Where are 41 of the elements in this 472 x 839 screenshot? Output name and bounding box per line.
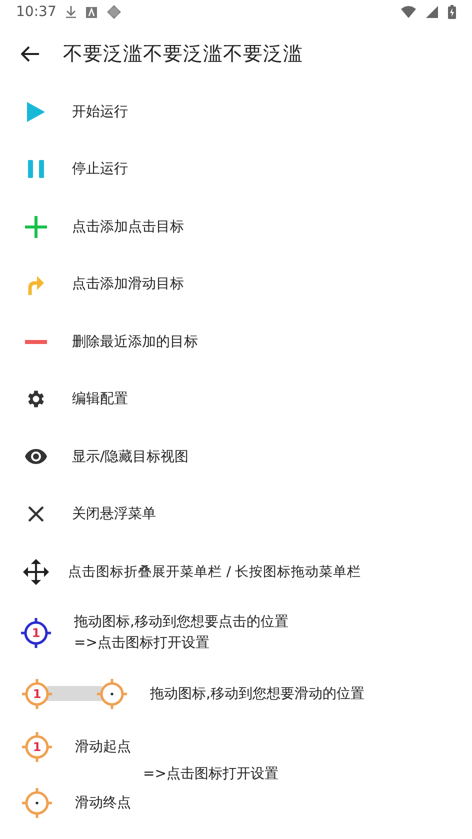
target-number: 1: [32, 626, 40, 638]
back-arrow-icon: [21, 46, 39, 62]
move-arrows-icon: [23, 558, 49, 585]
minus-icon: [25, 340, 47, 344]
menu-item-label[interactable]: 显示/隐藏目标视图: [72, 448, 189, 466]
target-icon: [20, 616, 52, 648]
app-notification-icon: [86, 6, 98, 18]
play-icon: [27, 102, 45, 122]
target-icon: [21, 678, 53, 710]
pause-icon: [28, 160, 44, 178]
target-icon: [21, 730, 53, 762]
battery-icon: [448, 5, 456, 19]
menu-item-label[interactable]: 关闭悬浮菜单: [72, 505, 156, 524]
click-instruction: 拖动图标,移动到您想要点击的位置: [74, 613, 288, 631]
screen-title: 不要泛滥不要泛滥不要泛滥: [63, 41, 303, 67]
click-instruction: =>点击图标打开设置: [74, 634, 210, 652]
signal-icon: [426, 6, 438, 18]
open-settings-hint: =>点击图标打开设置: [143, 766, 280, 780]
diamond-icon: [107, 5, 122, 19]
target-icon: [96, 678, 128, 710]
menu-item-label[interactable]: 开始运行: [72, 102, 128, 121]
swipe-start-label: 滑动起点: [75, 738, 131, 756]
close-icon: [28, 506, 44, 522]
menu-item-label[interactable]: 点击添加滑动目标: [72, 275, 184, 294]
wifi-icon: [401, 6, 416, 18]
menu-item-label[interactable]: 停止运行: [72, 160, 128, 178]
plus-icon: [25, 216, 47, 238]
swipe-track: [47, 686, 102, 701]
swipe-instruction: 拖动图标,移动到您想要滑动的位置: [150, 684, 364, 702]
curved-arrow-icon: [27, 273, 45, 296]
menu-item-label[interactable]: 删除最近添加的目标: [72, 332, 198, 351]
target-number: 1: [32, 688, 42, 700]
status-time: 10:37: [16, 4, 56, 20]
target-icon: [21, 786, 53, 818]
menu-item-label[interactable]: 点击图标折叠展开菜单栏 / 长按图标拖动菜单栏: [68, 562, 362, 581]
menu-item-label[interactable]: 点击添加点击目标: [72, 218, 184, 236]
download-icon: [66, 6, 76, 18]
menu-item-label[interactable]: 编辑配置: [72, 390, 128, 408]
target-number: 1: [32, 740, 42, 752]
eye-icon: [25, 449, 47, 464]
swipe-end-label: 滑动终点: [75, 794, 131, 812]
